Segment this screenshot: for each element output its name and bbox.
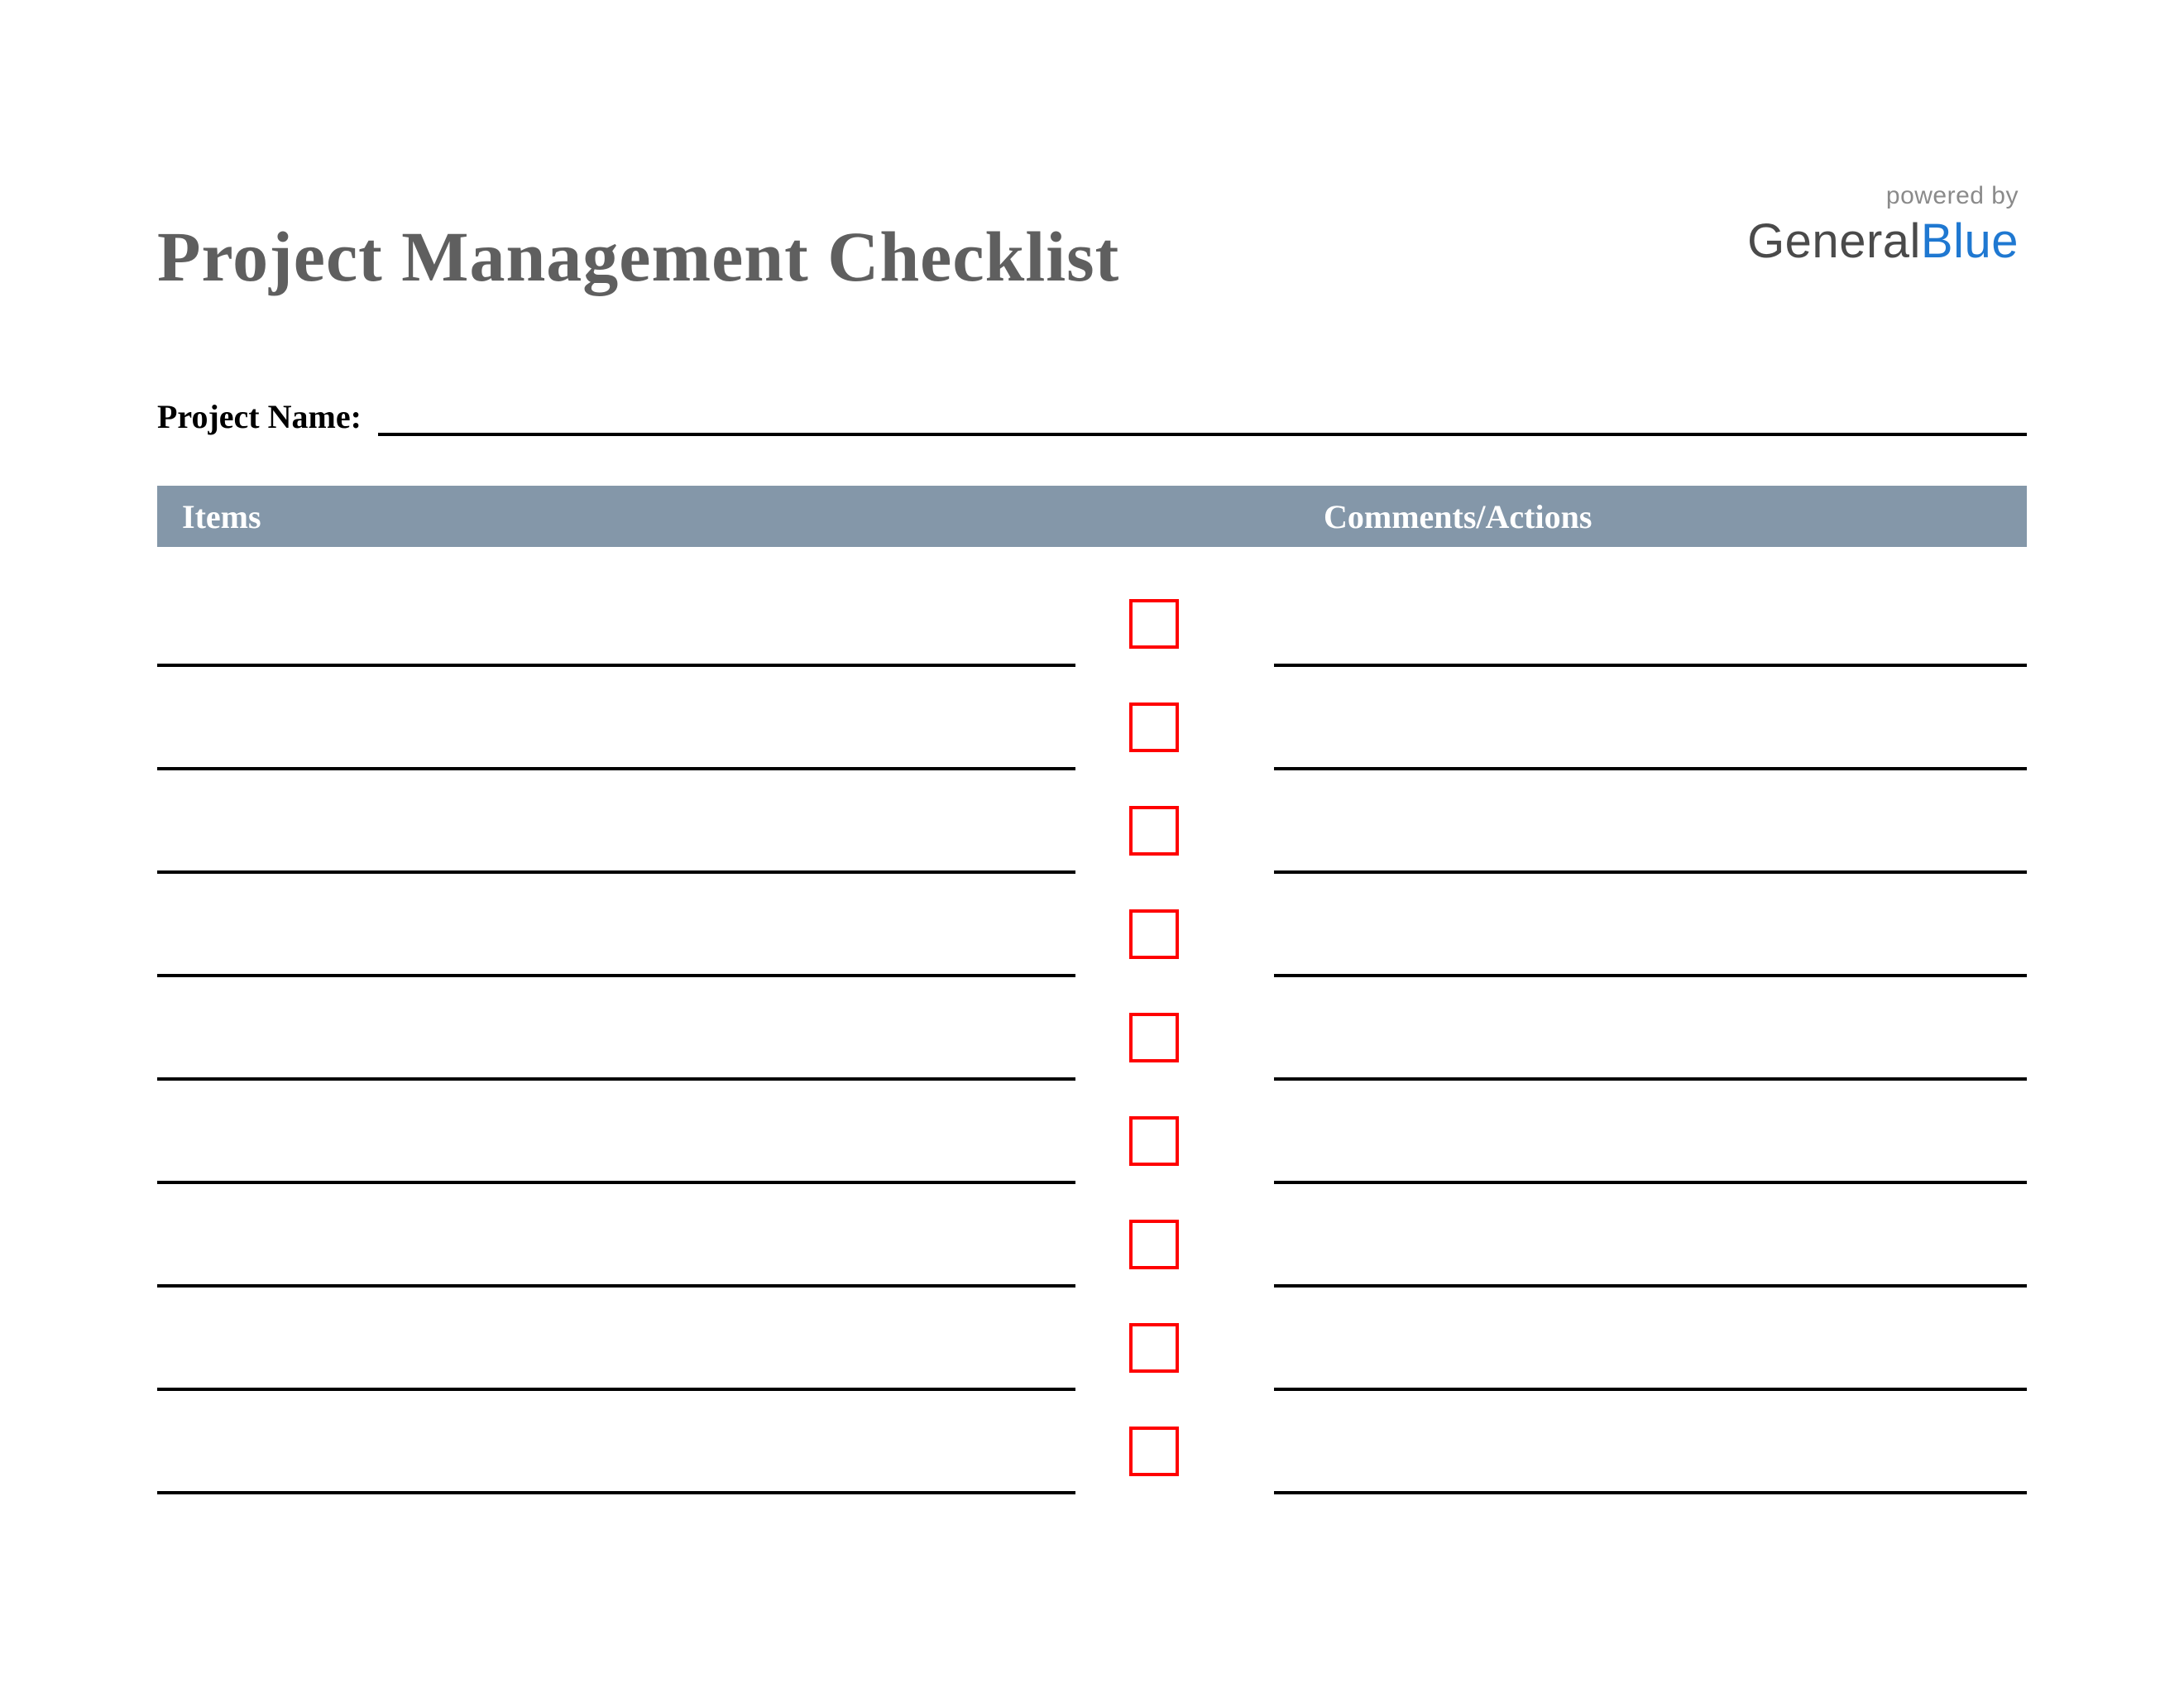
checkbox-cell [1075,1391,1233,1494]
header-row: Project Management Checklist powered by … [157,182,2027,298]
checkbox[interactable] [1129,1220,1179,1269]
brand-powered-by: powered by [1747,182,2019,210]
checkbox-cell [1075,977,1233,1081]
checklist-row [157,977,2027,1081]
checklist-row [157,1288,2027,1391]
item-field[interactable] [157,874,1075,977]
checkbox-cell [1075,563,1233,667]
table-header: Items Comments/Actions [157,486,2027,547]
project-name-row: Project Name: [157,397,2027,436]
comment-field[interactable] [1274,1184,2027,1288]
brand-name-part1: General [1747,214,1921,268]
checklist-row [157,1391,2027,1494]
page-title: Project Management Checklist [157,215,1119,298]
checkbox[interactable] [1129,909,1179,959]
column-header-items: Items [157,497,1183,536]
checklist-row [157,1081,2027,1184]
checkbox[interactable] [1129,1427,1179,1476]
checklist-row [157,770,2027,874]
checklist-row [157,667,2027,770]
checkbox[interactable] [1129,703,1179,752]
checkbox-cell [1075,1184,1233,1288]
item-field[interactable] [157,1081,1075,1184]
project-name-input[interactable] [378,403,2027,436]
item-field[interactable] [157,977,1075,1081]
brand-block: powered by GeneralBlue [1747,182,2027,269]
checkbox-cell [1075,874,1233,977]
column-header-comments: Comments/Actions [1183,497,1592,536]
comment-field[interactable] [1274,977,2027,1081]
item-field[interactable] [157,1288,1075,1391]
checkbox-cell [1075,1288,1233,1391]
item-field[interactable] [157,563,1075,667]
comment-field[interactable] [1274,874,2027,977]
checklist-row [157,874,2027,977]
comment-field[interactable] [1274,1288,2027,1391]
brand-name: GeneralBlue [1747,213,2019,269]
checklist-row [157,1184,2027,1288]
item-field[interactable] [157,1184,1075,1288]
checkbox[interactable] [1129,1323,1179,1373]
comment-field[interactable] [1274,770,2027,874]
comment-field[interactable] [1274,1081,2027,1184]
comment-field[interactable] [1274,563,2027,667]
checkbox-cell [1075,1081,1233,1184]
checkbox-cell [1075,770,1233,874]
comment-field[interactable] [1274,1391,2027,1494]
checkbox[interactable] [1129,599,1179,649]
item-field[interactable] [157,770,1075,874]
rows-container [157,563,2027,1494]
project-name-label: Project Name: [157,397,378,436]
checkbox[interactable] [1129,1013,1179,1062]
checkbox[interactable] [1129,1116,1179,1166]
checkbox-cell [1075,667,1233,770]
item-field[interactable] [157,1391,1075,1494]
item-field[interactable] [157,667,1075,770]
checkbox[interactable] [1129,806,1179,856]
page: Project Management Checklist powered by … [0,0,2184,1688]
checklist-row [157,563,2027,667]
comment-field[interactable] [1274,667,2027,770]
brand-name-part2: Blue [1921,214,2019,268]
